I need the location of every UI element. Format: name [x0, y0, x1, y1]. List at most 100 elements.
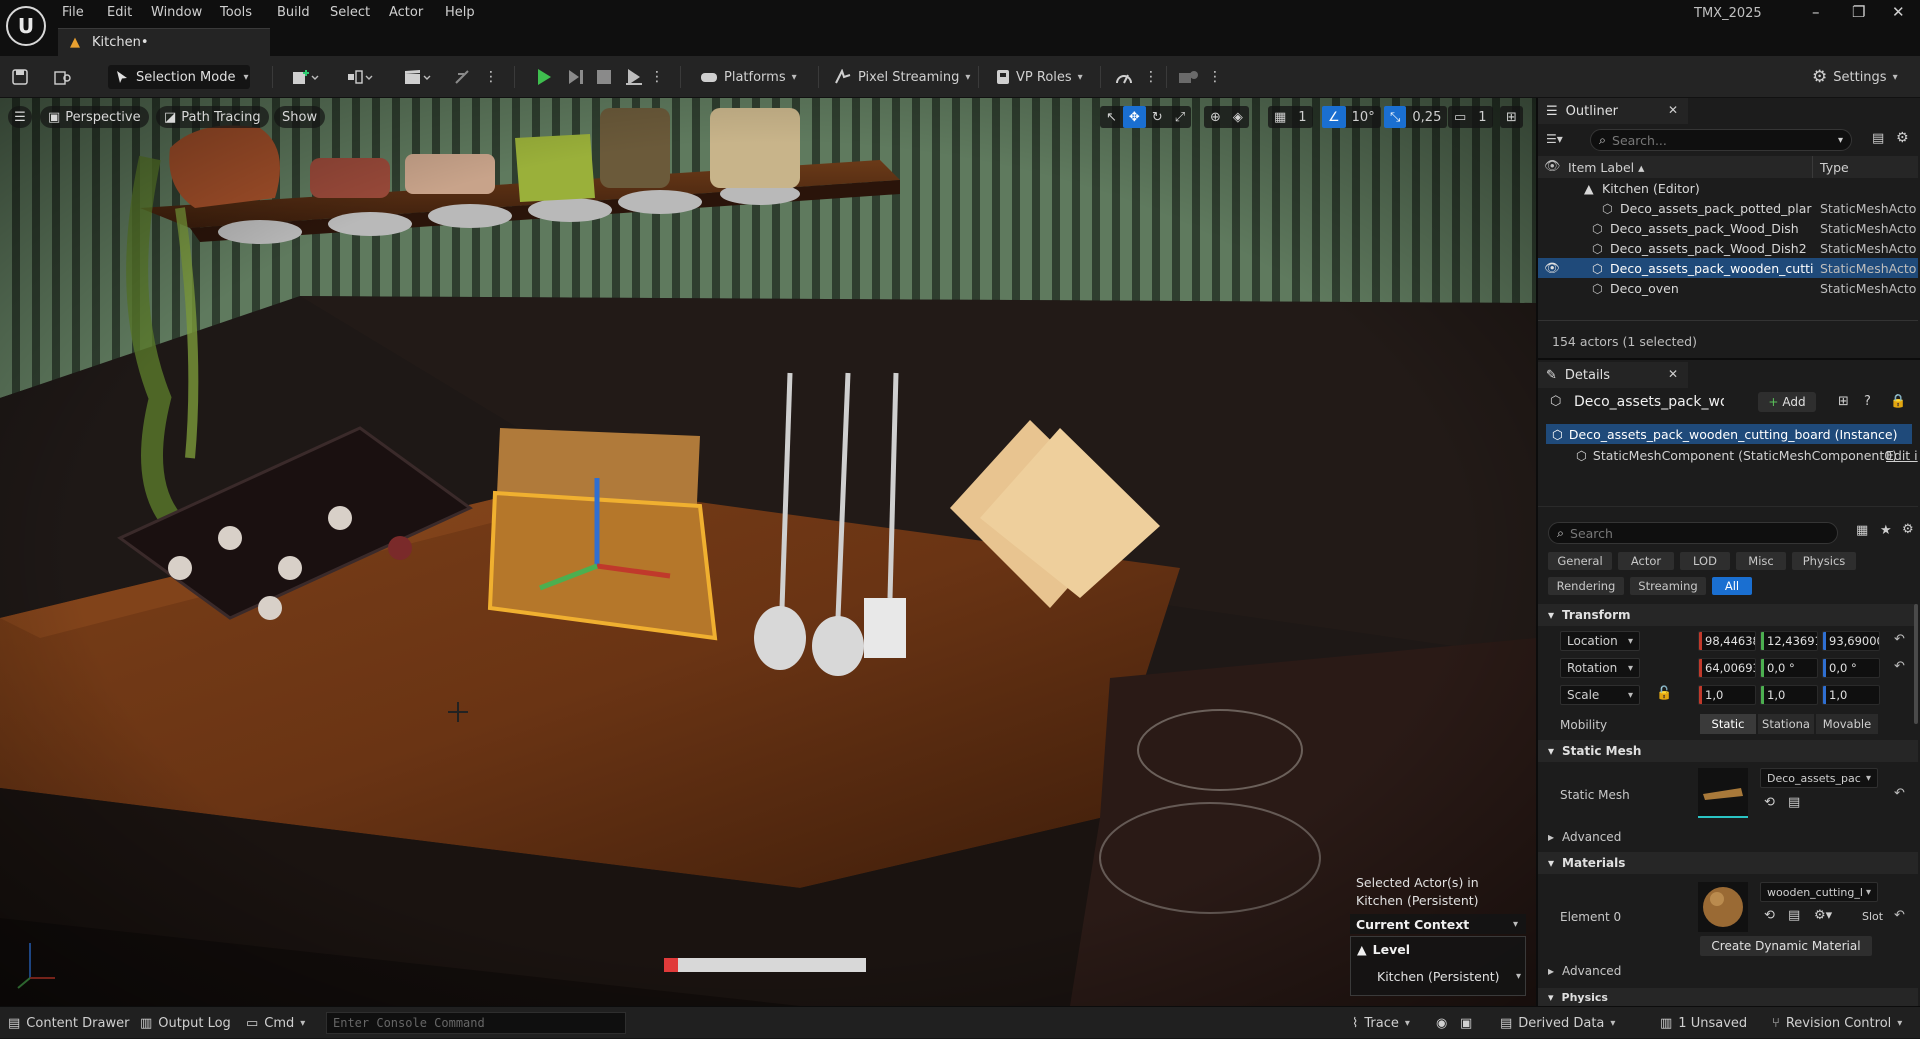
more-icon[interactable]: ⋮ — [1208, 65, 1222, 89]
component-row[interactable]: ⬡ StaticMeshComponent (StaticMeshCompone… — [1576, 448, 1897, 463]
table-row-selected[interactable]: 👁 ⬡ Deco_assets_pack_wooden_cutti Static… — [1538, 258, 1918, 278]
scale-snap[interactable]: ⤡ 0,25 — [1384, 106, 1448, 128]
browse-icon[interactable] — [52, 65, 74, 89]
more-icon[interactable]: ⋮ — [484, 65, 498, 89]
show-button[interactable]: Show — [274, 106, 326, 128]
materials-section[interactable]: ▾ Materials — [1538, 852, 1918, 874]
close-window-button[interactable]: ✕ — [1892, 3, 1905, 21]
filter-rendering[interactable]: Rendering — [1548, 577, 1624, 595]
trace-button[interactable]: ⌇ Trace ▾ — [1352, 1007, 1410, 1039]
blueprint-icon[interactable]: ⊞ — [1838, 394, 1849, 409]
translate-tool-icon[interactable]: ✥ — [1122, 106, 1146, 128]
table-row[interactable]: ⬡ Deco_assets_pack_potted_plar StaticMes… — [1538, 198, 1918, 218]
camera-speed[interactable]: ▭ 1 — [1448, 106, 1493, 128]
static-mesh-thumbnail[interactable] — [1698, 768, 1748, 818]
add-component-button[interactable]: + Add — [1758, 392, 1816, 412]
platforms-button[interactable]: Platforms ▾ — [700, 56, 797, 98]
star-icon[interactable]: ★ — [1880, 523, 1892, 538]
screenshot-icon[interactable]: ▣ — [1460, 1007, 1472, 1039]
console-input[interactable]: Enter Console Command — [326, 1012, 626, 1034]
close-icon[interactable]: ✕ — [1668, 103, 1678, 117]
scale-x[interactable]: 1,0 — [1698, 685, 1756, 705]
restore-button[interactable]: ❐ — [1852, 3, 1865, 21]
table-row[interactable]: ⬡ Deco_assets_pack_Wood_Dish2 StaticMesh… — [1538, 238, 1918, 258]
gear-icon[interactable]: ⚙ — [1902, 522, 1914, 537]
static-mesh-section[interactable]: ▾ Static Mesh — [1538, 740, 1918, 762]
advanced-toggle[interactable]: ▸ Advanced — [1548, 964, 1621, 978]
maximize-viewport[interactable]: ⊞ — [1500, 106, 1523, 128]
multi-user-icon[interactable] — [1176, 65, 1202, 89]
content-drawer-button[interactable]: ▤ Content Drawer — [8, 1007, 129, 1039]
filter-misc[interactable]: Misc — [1736, 552, 1786, 570]
save-icon[interactable] — [10, 65, 30, 89]
derived-data-button[interactable]: ▤ Derived Data ▾ — [1500, 1007, 1615, 1039]
cmd-dropdown[interactable]: ▭ Cmd ▾ — [246, 1007, 305, 1039]
filter-general[interactable]: General — [1548, 552, 1612, 570]
scale-tool-icon[interactable]: ⤢ — [1169, 106, 1191, 128]
filter-lod[interactable]: LOD — [1680, 552, 1730, 570]
stop-icon[interactable] — [592, 65, 616, 89]
viewport-menu-button[interactable]: ☰ — [8, 106, 32, 128]
select-tool-icon[interactable]: ↖ — [1100, 106, 1123, 128]
rotate-tool-icon[interactable]: ↻ — [1146, 106, 1169, 128]
unreal-logo-icon[interactable]: U — [6, 6, 46, 46]
perspective-button[interactable]: ▣ Perspective — [40, 106, 149, 128]
lock-icon[interactable]: 🔒 — [1890, 394, 1906, 409]
transform-section[interactable]: ▾ Transform — [1538, 604, 1918, 626]
surface-snap-icon[interactable]: ◈ — [1227, 106, 1249, 128]
scale-y[interactable]: 1,0 — [1760, 685, 1818, 705]
material-dropdown[interactable]: wooden_cutting_l ▾ — [1760, 882, 1878, 902]
eject-icon[interactable] — [620, 65, 648, 89]
menu-file[interactable]: File — [62, 5, 84, 20]
browse-asset-icon[interactable]: ▤ — [1788, 908, 1800, 923]
menu-edit[interactable]: Edit — [107, 5, 132, 20]
instance-row[interactable]: ⬡ Deco_assets_pack_wooden_cutting_board … — [1546, 424, 1912, 444]
details-scrollbar[interactable] — [1914, 604, 1918, 724]
rotation-dropdown[interactable]: Rotation ▾ — [1560, 658, 1640, 678]
lock-icon[interactable]: 🔓 — [1656, 686, 1672, 701]
level-dropdown[interactable]: Kitchen (Persistent) ▾ — [1377, 965, 1521, 987]
step-icon[interactable] — [562, 65, 590, 89]
vp-roles-button[interactable]: VP Roles ▾ — [996, 56, 1083, 98]
path-tracing-button[interactable]: ◪ Path Tracing — [156, 106, 269, 128]
modeling-icon[interactable] — [452, 65, 474, 89]
edit-link[interactable]: Edit i — [1886, 448, 1918, 463]
table-row[interactable]: ⬡ Deco_assets_pack_Wood_Dish StaticMeshA… — [1538, 218, 1918, 238]
menu-build[interactable]: Build — [277, 5, 310, 20]
details-search[interactable]: ⌕ Search — [1548, 522, 1838, 544]
close-icon[interactable]: ✕ — [1668, 367, 1678, 381]
filter-all[interactable]: All — [1712, 577, 1752, 595]
reset-icon[interactable]: ↶ — [1894, 786, 1905, 801]
visibility-icon[interactable]: 👁 — [1544, 260, 1560, 276]
angle-snap[interactable]: ∠ 10° — [1322, 106, 1381, 128]
grid-snap[interactable]: ▦ 1 — [1268, 106, 1313, 128]
blueprint-icon[interactable] — [340, 65, 380, 89]
revision-control-button[interactable]: ⑂ Revision Control ▾ — [1772, 1007, 1902, 1039]
world-space-icon[interactable]: ⊕ — [1204, 106, 1227, 128]
unsaved-button[interactable]: ▥ 1 Unsaved — [1660, 1007, 1747, 1039]
filter-actor[interactable]: Actor — [1618, 552, 1674, 570]
mobility-static[interactable]: Static — [1700, 714, 1756, 734]
rotation-x[interactable]: 64,00693 — [1698, 658, 1756, 678]
menu-window[interactable]: Window — [151, 5, 202, 20]
minimize-button[interactable]: – — [1812, 3, 1820, 21]
more-icon[interactable]: ⋮ — [1144, 65, 1158, 89]
rotation-z[interactable]: 0,0 ° — [1822, 658, 1880, 678]
location-z[interactable]: 93,69000 — [1822, 631, 1880, 651]
outliner-root[interactable]: ▲ Kitchen (Editor) — [1538, 178, 1918, 198]
filter-streaming[interactable]: Streaming — [1630, 577, 1706, 595]
level-viewport[interactable]: ☰ ▣ Perspective ◪ Path Tracing Show ↖ ✥ … — [0, 98, 1536, 1006]
create-dynamic-material-button[interactable]: Create Dynamic Material — [1700, 936, 1872, 956]
reset-icon[interactable]: ↶ — [1894, 632, 1905, 647]
add-folder-icon[interactable]: ▤ — [1872, 131, 1884, 146]
material-thumbnail[interactable] — [1698, 882, 1748, 932]
rotation-y[interactable]: 0,0 ° — [1760, 658, 1818, 678]
scale-z[interactable]: 1,0 — [1822, 685, 1880, 705]
reset-icon[interactable]: ↶ — [1894, 908, 1905, 923]
add-actor-icon[interactable] — [286, 65, 326, 89]
settings-button[interactable]: ⚙ Settings ▾ — [1812, 56, 1898, 98]
selection-mode-dropdown[interactable]: Selection Mode ▾ — [108, 65, 250, 89]
location-dropdown[interactable]: Location ▾ — [1560, 631, 1640, 651]
static-mesh-dropdown[interactable]: Deco_assets_pac ▾ — [1760, 768, 1878, 788]
mobility-movable[interactable]: Movable — [1816, 714, 1878, 734]
